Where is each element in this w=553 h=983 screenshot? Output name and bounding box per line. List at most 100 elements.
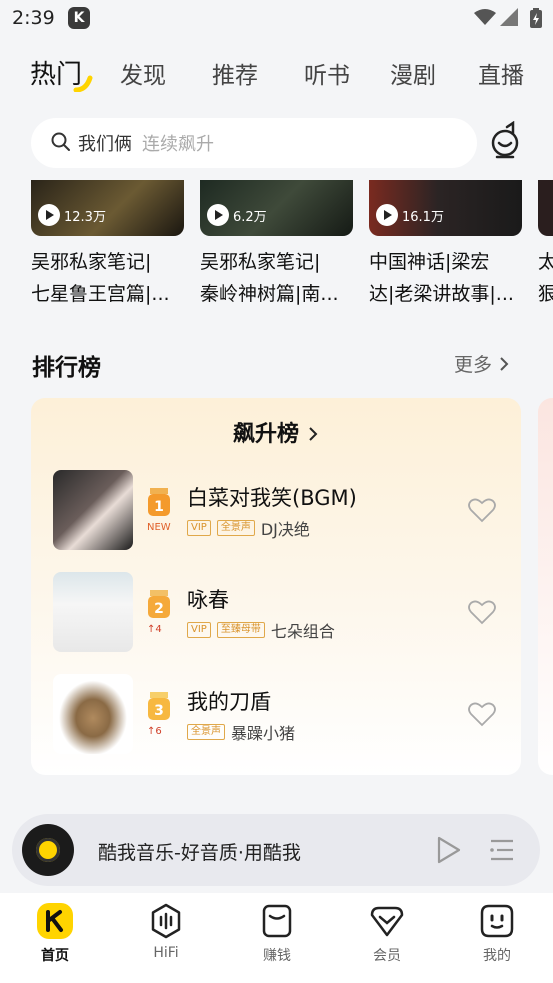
- mini-player[interactable]: 酷我音乐-好音质·用酷我: [12, 814, 540, 886]
- rank-row[interactable]: 1 NEW 白菜对我笑(BGM) VIP 全景声 DJ决绝: [53, 470, 503, 552]
- more-label: 更多: [454, 354, 493, 376]
- nav-home-label: 首页: [41, 948, 69, 964]
- play-count: 16.1万: [376, 204, 444, 226]
- audiobook-title-line2: 秦岭神树篇|南...: [200, 283, 339, 305]
- song-meta: 全景声 暴躁小猪: [187, 720, 295, 744]
- next-rank-card-peek[interactable]: [538, 398, 553, 775]
- artist-name: DJ决绝: [260, 520, 310, 539]
- chevron-right-icon: [500, 357, 509, 371]
- favorite-heart-icon[interactable]: [467, 496, 497, 524]
- audiobook-title-line1: 吴邪私家笔记|: [200, 251, 321, 273]
- active-tab-indicator: [73, 75, 93, 92]
- nav-vip[interactable]: 会员: [342, 903, 432, 965]
- favorite-heart-icon[interactable]: [467, 700, 497, 728]
- rank-row[interactable]: 3 ↑6 我的刀盾 全景声 暴躁小猪: [53, 674, 503, 756]
- tab-live[interactable]: 直播: [478, 56, 524, 90]
- rank-card[interactable]: 飙升榜 1 NEW 白菜对我笑(BGM) VIP 全景声 DJ决绝 2 ↑4 咏…: [31, 398, 521, 775]
- song-title: 我的刀盾: [187, 690, 271, 714]
- nav-home[interactable]: 首页: [10, 903, 100, 965]
- song-meta: VIP 全景声 DJ决绝: [187, 516, 310, 540]
- home-logo-icon: [37, 903, 73, 939]
- play-count-value: 12.3万: [64, 209, 106, 225]
- trend-badge: ↑4: [147, 624, 162, 635]
- rank-card-title[interactable]: 飙升榜: [31, 416, 521, 448]
- audiobook-title-line1: 太: [538, 251, 553, 273]
- status-bar: 2:39 K: [0, 0, 553, 38]
- quality-tag: 至臻母带: [216, 622, 265, 638]
- audiobook-title-line2: 达|老梁讲故事|...: [369, 283, 514, 305]
- rank-medal-icon: 2: [148, 590, 170, 618]
- play-icon[interactable]: [436, 836, 462, 864]
- kuwo-notification-icon: K: [68, 7, 90, 29]
- audiobook-title-line1: 中国神话|梁宏: [369, 251, 490, 273]
- audiobook-cover: 12.3万: [31, 180, 184, 236]
- song-cover: [53, 674, 133, 754]
- chevron-right-icon: [309, 427, 318, 441]
- artist-name: 暴躁小猪: [231, 724, 296, 743]
- play-icon: [38, 204, 60, 226]
- audiobook-card[interactable]: 16.1万 中国神话|梁宏 达|老梁讲故事|...: [369, 180, 522, 310]
- play-count: 6.2万: [207, 204, 267, 226]
- tab-comic-drama[interactable]: 漫剧: [390, 56, 436, 90]
- rank-number: 2: [154, 601, 164, 617]
- nav-hifi[interactable]: HiFi: [121, 903, 211, 961]
- audiobook-cover: [538, 180, 553, 236]
- vip-icon: [370, 906, 404, 937]
- song-meta: VIP 至臻母带 七朵组合: [187, 618, 335, 642]
- nav-earn[interactable]: 赚钱: [232, 903, 322, 965]
- profile-icon: [480, 904, 514, 938]
- quality-tag: 全景声: [216, 520, 255, 536]
- rank-number: 1: [154, 499, 164, 515]
- more-link[interactable]: 更多: [454, 350, 510, 377]
- app-root: 2:39 K 热门 发现 推荐 听书 漫剧 直播 我们俩 连续飙升 12.3万 …: [0, 0, 553, 983]
- audiobook-title-line2: 七星鲁王宫篇|...: [31, 283, 170, 305]
- audiobook-cover: 6.2万: [200, 180, 353, 236]
- quality-tag: 全景声: [187, 724, 225, 740]
- song-title: 咏春: [187, 588, 229, 612]
- rank-number: 3: [154, 703, 164, 719]
- rank-row[interactable]: 2 ↑4 咏春 VIP 至臻母带 七朵组合: [53, 572, 503, 654]
- song-recognition-icon[interactable]: [487, 121, 523, 161]
- play-count-value: 6.2万: [233, 209, 267, 225]
- nav-profile[interactable]: 我的: [452, 903, 542, 965]
- trend-badge: NEW: [147, 522, 171, 533]
- audiobook-card[interactable]: 6.2万 吴邪私家笔记| 秦岭神树篇|南...: [200, 180, 353, 310]
- audiobook-carousel: 12.3万 吴邪私家笔记| 七星鲁王宫篇|... 6.2万 吴邪私家笔记| 秦岭…: [0, 180, 553, 310]
- earn-icon: [262, 904, 292, 938]
- status-time: 2:39: [12, 7, 55, 29]
- tab-discover[interactable]: 发现: [120, 56, 166, 90]
- album-disc-icon[interactable]: [22, 824, 74, 876]
- nav-profile-label: 我的: [483, 948, 511, 964]
- audiobook-title-line2: 狠: [538, 283, 553, 305]
- search-bar[interactable]: 我们俩 连续飙升: [31, 118, 477, 168]
- audiobook-title-line1: 吴邪私家笔记|: [31, 251, 152, 273]
- trend-badge: ↑6: [147, 726, 162, 737]
- song-title: 白菜对我笑(BGM): [187, 486, 357, 510]
- rank-medal-icon: 3: [148, 692, 170, 720]
- rank-medal-icon: 1: [148, 488, 170, 516]
- section-title: 排行榜: [32, 355, 101, 381]
- hifi-icon: [151, 903, 181, 939]
- bottom-nav: 首页 HiFi 赚钱 会员 我的: [0, 893, 553, 983]
- play-icon: [207, 204, 229, 226]
- battery-icon: [530, 8, 542, 28]
- nav-hifi-label: HiFi: [153, 945, 179, 961]
- tab-audiobook[interactable]: 听书: [304, 56, 350, 90]
- playlist-icon[interactable]: [489, 838, 515, 862]
- play-count-value: 16.1万: [402, 209, 444, 225]
- audiobook-card[interactable]: 12.3万 吴邪私家笔记| 七星鲁王宫篇|...: [31, 180, 184, 310]
- audiobook-card[interactable]: 太 狠: [538, 180, 553, 310]
- artist-name: 七朵组合: [270, 622, 335, 641]
- play-icon: [376, 204, 398, 226]
- rank-title-text: 飙升榜: [232, 422, 299, 447]
- nav-vip-label: 会员: [373, 948, 401, 964]
- search-hint: 连续飙升: [142, 134, 214, 155]
- nav-earn-label: 赚钱: [263, 948, 291, 964]
- song-cover: [53, 572, 133, 652]
- favorite-heart-icon[interactable]: [467, 598, 497, 626]
- search-icon: [51, 132, 70, 151]
- tab-recommend[interactable]: 推荐: [212, 56, 258, 90]
- search-keyword: 我们俩: [78, 134, 132, 155]
- song-cover: [53, 470, 133, 550]
- player-title: 酷我音乐-好音质·用酷我: [98, 842, 301, 864]
